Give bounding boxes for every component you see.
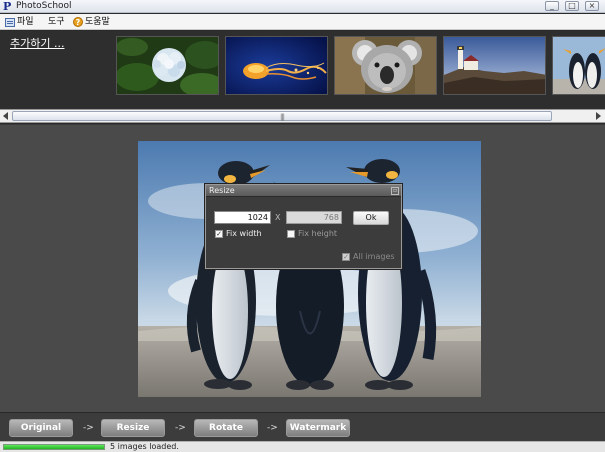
original-button[interactable]: Original	[9, 419, 73, 437]
menu-file-label: 파일	[17, 17, 34, 27]
help-icon: ?	[73, 17, 83, 27]
menu-help[interactable]: ? 도움말	[73, 14, 110, 30]
fix-width-check-icon: ✓	[215, 229, 223, 238]
menu-file[interactable]: 파일	[5, 14, 34, 30]
jellyfish-image	[226, 37, 327, 94]
load-progress-bar	[3, 444, 105, 450]
workspace: Resize ▫ 1024 X 768 Ok ✓ Fix width Fix h…	[0, 124, 605, 412]
resize-button[interactable]: Resize	[101, 419, 165, 437]
height-input[interactable]: 768	[286, 211, 342, 224]
dialog-close-icon[interactable]: ▫	[391, 187, 399, 195]
all-images-label: All images	[353, 252, 395, 261]
all-images-check-icon: ✓	[342, 252, 350, 261]
menu-bar: 파일 도구 ? 도움말	[0, 14, 605, 30]
all-images-checkbox[interactable]: ✓ All images	[342, 252, 395, 261]
arrow-icon: ->	[83, 423, 94, 433]
add-images-link[interactable]: 추가하기 ...	[10, 35, 64, 51]
status-bar: 5 images loaded.	[0, 441, 605, 452]
ok-button[interactable]: Ok	[353, 211, 389, 225]
title-bar: P PhotoSchool _ □ ×	[0, 0, 605, 13]
scroll-thumb[interactable]: |||	[12, 111, 552, 121]
thumbnail-jellyfish[interactable]	[225, 36, 328, 95]
menu-help-label: 도움말	[85, 17, 110, 27]
minimize-button[interactable]: _	[545, 1, 559, 11]
thumbnail-koala[interactable]	[334, 36, 437, 95]
photoschool-window: P PhotoSchool _ □ × 파일 도구 ? 도움말 추가하기 ...	[0, 0, 605, 452]
close-button[interactable]: ×	[585, 1, 599, 11]
grip-icon: |||	[279, 113, 285, 121]
load-progress-fill	[4, 445, 104, 449]
resize-dialog: Resize ▫ 1024 X 768 Ok ✓ Fix width Fix h…	[205, 184, 402, 269]
thumbnail-penguins[interactable]	[552, 36, 605, 95]
fix-width-checkbox[interactable]: ✓ Fix width	[215, 229, 262, 238]
window-title: PhotoSchool	[16, 1, 72, 11]
arrow-icon: ->	[175, 423, 186, 433]
resize-dialog-title: Resize	[209, 186, 235, 195]
thumbnail-scrollbar[interactable]: |||	[0, 109, 605, 123]
status-text: 5 images loaded.	[110, 442, 179, 451]
maximize-button[interactable]: □	[565, 1, 579, 11]
koala-image	[335, 37, 436, 94]
resize-dialog-title-bar: Resize ▫	[206, 185, 401, 197]
file-icon	[5, 17, 15, 27]
rotate-button[interactable]: Rotate	[194, 419, 258, 437]
fix-height-checkbox[interactable]: Fix height	[287, 229, 337, 238]
hydrangea-image	[117, 37, 218, 94]
thumbnail-strip: 추가하기 ...	[0, 31, 605, 109]
arrow-icon: ->	[267, 423, 278, 433]
scroll-left-icon[interactable]	[3, 112, 8, 120]
penguins-thumbnail-image	[553, 37, 605, 94]
fix-height-label: Fix height	[298, 229, 338, 238]
lighthouse-image	[444, 37, 545, 94]
menu-tools-label: 도구	[48, 17, 65, 27]
thumbnail-hydrangea[interactable]	[116, 36, 219, 95]
app-icon: P	[3, 0, 12, 13]
main-image-preview	[138, 141, 481, 397]
penguins-image	[138, 141, 481, 397]
menu-tools[interactable]: 도구	[48, 14, 65, 30]
fix-height-check-icon	[287, 229, 295, 238]
fix-width-label: Fix width	[226, 229, 262, 238]
workflow-toolbar: Original -> Resize -> Rotate -> Watermar…	[0, 412, 605, 441]
thumbnail-lighthouse[interactable]	[443, 36, 546, 95]
scroll-right-icon[interactable]	[596, 112, 601, 120]
watermark-button[interactable]: Watermark	[286, 419, 350, 437]
width-input[interactable]: 1024	[214, 211, 271, 224]
dimension-separator: X	[275, 213, 281, 222]
